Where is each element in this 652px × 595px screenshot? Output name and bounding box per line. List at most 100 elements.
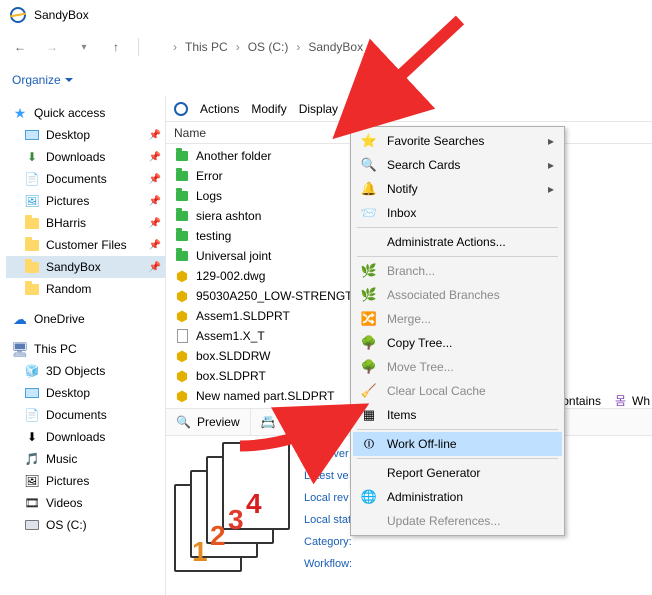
file-icon xyxy=(174,248,190,264)
menu-label: Notify xyxy=(387,182,418,196)
sidebar-item[interactable]: 🎵Music xyxy=(6,448,165,470)
file-icon: ⬢ xyxy=(174,288,190,304)
menu-actions[interactable]: Actions xyxy=(200,102,239,116)
recent-dropdown[interactable]: ▾ xyxy=(74,37,94,57)
app-icon xyxy=(10,7,26,23)
menu-icon: 📨 xyxy=(361,205,377,221)
sidebar-item-label: Videos xyxy=(46,496,82,510)
sidebar-item-label: Desktop xyxy=(46,128,90,142)
file-name: Universal joint xyxy=(196,249,271,263)
menu-icon xyxy=(361,234,377,250)
menu-label: Clear Local Cache xyxy=(387,384,486,398)
menu-icon: 🌿 xyxy=(361,263,377,279)
breadcrumb-os[interactable]: OS (C:) xyxy=(248,40,289,54)
menu-item[interactable]: Report Generator xyxy=(353,461,562,485)
pin-icon: 📌 xyxy=(149,174,161,185)
col-name[interactable]: Name xyxy=(174,126,354,140)
menu-item[interactable]: ⏼Work Off-line xyxy=(353,432,562,456)
sidebar-item[interactable]: Desktop xyxy=(6,382,165,404)
file-name: 129-002.dwg xyxy=(196,269,265,283)
menu-item[interactable]: 🌳Copy Tree... xyxy=(353,331,562,355)
file-name: box.SLDDRW xyxy=(196,349,270,363)
menu-item: 🌳Move Tree... xyxy=(353,355,562,379)
menu-item[interactable]: Administrate Actions... xyxy=(353,230,562,254)
tab-contains[interactable]: ontains xyxy=(562,394,601,408)
menu-item[interactable]: ▦Items xyxy=(353,403,562,427)
folder-icon xyxy=(24,281,40,297)
tab-where[interactable]: Wh xyxy=(632,394,650,408)
sidebar-item-label: Random xyxy=(46,282,91,296)
sidebar-label: Quick access xyxy=(34,106,105,120)
folder-icon xyxy=(24,215,40,231)
breadcrumb-thispc[interactable]: This PC xyxy=(185,40,228,54)
sidebar-item[interactable]: OS (C:) xyxy=(6,514,165,536)
app-icon xyxy=(174,102,188,116)
sidebar-item[interactable]: Random xyxy=(6,278,165,300)
menu-modify[interactable]: Modify xyxy=(251,102,286,116)
folder-icon: 📄 xyxy=(24,407,40,423)
file-icon: ⬢ xyxy=(174,348,190,364)
chevron-right-icon: ▸ xyxy=(548,182,554,196)
sidebar-item[interactable]: Desktop📌 xyxy=(6,124,165,146)
sidebar-item-label: Pictures xyxy=(46,194,89,208)
sidebar-item[interactable]: 🧊3D Objects xyxy=(6,360,165,382)
back-button[interactable]: ← xyxy=(10,37,30,57)
sidebar-label: This PC xyxy=(34,342,77,356)
sidebar-item[interactable]: 🎞Videos xyxy=(6,492,165,514)
sidebar-item[interactable]: ⬇Downloads📌 xyxy=(6,146,165,168)
address-bar[interactable]: › This PC › OS (C:) › SandyBox xyxy=(151,40,363,54)
menu-item[interactable]: ⭐Favorite Searches▸ xyxy=(353,129,562,153)
prop-category: Category: xyxy=(304,536,360,548)
up-button[interactable]: ↑ xyxy=(106,37,126,57)
menu-item: 🌿Associated Branches xyxy=(353,283,562,307)
sidebar-item[interactable]: 📄Documents xyxy=(6,404,165,426)
sidebar-quickaccess[interactable]: ★ Quick access xyxy=(6,102,165,124)
sidebar-item[interactable]: 🖼Pictures📌 xyxy=(6,190,165,212)
annotation-arrow-offline xyxy=(232,398,372,461)
pin-icon: 📌 xyxy=(149,262,161,273)
sidebar-item[interactable]: 📄Documents📌 xyxy=(6,168,165,190)
folder-icon xyxy=(24,127,40,143)
sidebar-item[interactable]: SandyBox📌 xyxy=(6,256,165,278)
sidebar-item[interactable]: 🖼Pictures xyxy=(6,470,165,492)
menu-item[interactable]: 🌐Administration xyxy=(353,485,562,509)
file-name: siera ashton xyxy=(196,209,261,223)
address-icon xyxy=(151,40,165,54)
folder-icon xyxy=(24,259,40,275)
menu-icon: ⭐ xyxy=(361,133,377,149)
menu-icon: 🔀 xyxy=(361,311,377,327)
prop-workflow: Workflow: xyxy=(304,558,360,570)
menu-icon: 🔔 xyxy=(361,181,377,197)
menu-item[interactable]: 🔍Search Cards▸ xyxy=(353,153,562,177)
sidebar-item-label: OS (C:) xyxy=(46,518,87,532)
pin-icon: 📌 xyxy=(149,152,161,163)
menu-item[interactable]: 🔔 Notify ▸ xyxy=(353,177,562,201)
sidebar-thispc[interactable]: 🖥 This PC xyxy=(6,338,165,360)
file-name: box.SLDPRT xyxy=(196,369,266,383)
menu-label: Move Tree... xyxy=(387,360,454,374)
star-icon: ★ xyxy=(12,105,28,121)
sidebar-item[interactable]: ⬇ Downloads xyxy=(6,426,165,448)
file-icon xyxy=(174,168,190,184)
menu-display[interactable]: Display xyxy=(299,102,338,116)
tools-menu: ⭐Favorite Searches▸🔍Search Cards▸ 🔔 Notify… xyxy=(350,126,565,536)
breadcrumb-sandybox[interactable]: SandyBox xyxy=(308,40,363,54)
menu-label: Items xyxy=(387,408,416,422)
organize-button[interactable]: Organize xyxy=(12,73,73,87)
sidebar-item-label: Downloads xyxy=(46,430,105,444)
file-name: 95030A250_LOW-STRENGTH xyxy=(196,289,361,303)
menu-icon xyxy=(361,465,377,481)
sidebar-item[interactable]: BHarris📌 xyxy=(6,212,165,234)
sidebar-item-label: Desktop xyxy=(46,386,90,400)
menu-label: Search Cards xyxy=(387,158,460,172)
sidebar-item-label: Documents xyxy=(46,172,107,186)
menu-item[interactable]: 📨Inbox xyxy=(353,201,562,225)
folder-icon: 🖼 xyxy=(24,473,40,489)
sidebar-onedrive[interactable]: ☁ OneDrive xyxy=(6,308,165,330)
forward-button[interactable]: → xyxy=(42,37,62,57)
menu-label: Report Generator xyxy=(387,466,480,480)
folder-icon xyxy=(24,237,40,253)
menu-item: 🧹Clear Local Cache xyxy=(353,379,562,403)
folder-icon: ⬇ xyxy=(24,429,40,445)
sidebar-item[interactable]: Customer Files📌 xyxy=(6,234,165,256)
